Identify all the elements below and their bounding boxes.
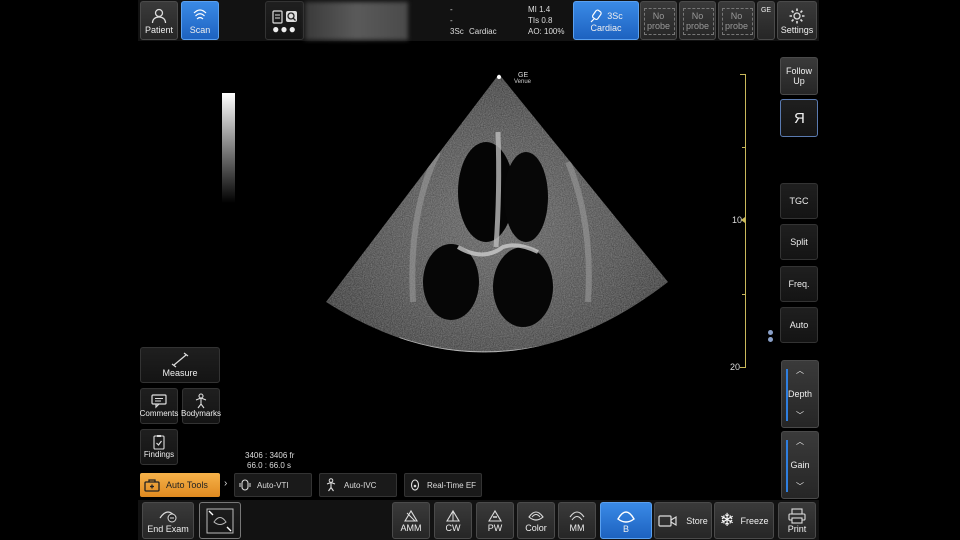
print-button[interactable]: Print (778, 502, 816, 539)
amm-button[interactable]: AMM (392, 502, 430, 539)
ge-small-button[interactable]: GE (757, 1, 775, 40)
frame-counter: 3406 : 3406 fr (245, 451, 295, 460)
tis-readout: TIs 0.8 (528, 16, 553, 25)
store-button[interactable]: Store (654, 502, 712, 539)
probe-name-readout: 3Sc (450, 27, 464, 36)
person-icon (150, 7, 168, 25)
auto-button[interactable]: Auto (780, 307, 818, 343)
auto-ivc-button[interactable]: Auto-IVC (319, 473, 397, 497)
printer-icon (788, 507, 806, 524)
venue-logo-text: Venue (514, 79, 532, 85)
end-exam-button[interactable]: End Exam (142, 502, 194, 539)
no-probe-slot-3[interactable]: No probe (718, 1, 755, 40)
ge-logo-text: GE (518, 72, 529, 79)
info-line-2: - (450, 16, 453, 25)
bodymark-icon (192, 393, 210, 409)
no-probe-slot-2[interactable]: No probe (679, 1, 716, 40)
split-button[interactable]: Split (780, 224, 818, 260)
auto-ivc-icon (324, 478, 338, 492)
focus-marker (741, 217, 745, 223)
follow-up-button[interactable]: Follow Up (780, 57, 818, 95)
scroll-dot-1[interactable] (768, 330, 773, 335)
chevron-down-icon[interactable]: ﹀ (796, 410, 804, 421)
color-mode-icon (527, 509, 545, 523)
patient-button[interactable]: Patient (140, 1, 178, 40)
mm-button[interactable]: MM (558, 502, 596, 539)
cw-button[interactable]: CW (434, 502, 472, 539)
depth-control[interactable]: ︿ Depth ﹀ (781, 360, 819, 428)
depth-mark-20: 20 (730, 362, 741, 372)
b-mode-button[interactable]: B (600, 502, 652, 539)
time-counter: 66.0 : 66.0 s (247, 461, 292, 470)
probe-icon (589, 9, 603, 23)
reverse-orientation-icon: R (793, 109, 805, 127)
video-camera-icon (658, 514, 678, 528)
probe-preset-button[interactable]: 3Sc Cardiac (573, 1, 639, 40)
expand-icon (205, 507, 235, 535)
real-time-ef-icon (409, 478, 421, 492)
grayscale-bar (222, 93, 235, 203)
checklist-icon (150, 434, 168, 450)
findings-button[interactable]: Findings (140, 429, 178, 465)
bodymarks-button[interactable]: Bodymarks (181, 388, 221, 424)
b-mode-icon (615, 508, 637, 524)
probe-scan-icon (191, 7, 209, 25)
chevron-up-icon[interactable]: ︿ (796, 365, 804, 376)
depth-scale-line (745, 74, 746, 368)
no-probe-slot-1[interactable]: No probe (640, 1, 677, 40)
gear-icon (788, 7, 806, 25)
auto-tools-button[interactable]: Auto Tools (140, 473, 220, 497)
auto-vti-button[interactable]: Auto-VTI (234, 473, 312, 497)
info-line-1: - (450, 5, 453, 14)
tgc-button[interactable]: TGC (780, 183, 818, 219)
mi-readout: MI 1.4 (528, 5, 551, 14)
measure-button[interactable]: Measure (140, 347, 220, 383)
clipboard-search-button[interactable]: ●●● (265, 1, 304, 40)
m-mode-icon (568, 509, 586, 523)
ao-readout: AO: 100% (528, 27, 565, 36)
orientation-button[interactable]: R (780, 99, 818, 137)
comment-icon (150, 393, 168, 409)
chevron-right-icon[interactable]: › (224, 478, 227, 489)
scroll-dot-2[interactable] (768, 337, 773, 342)
blurred-patient-info (305, 2, 408, 40)
color-button[interactable]: Color (517, 502, 555, 539)
end-exam-icon (158, 508, 178, 524)
ultrasound-image[interactable] (318, 72, 680, 372)
amm-mode-icon (402, 509, 420, 523)
chevron-down-icon[interactable]: ﹀ (796, 481, 804, 492)
more-dots-icon: ●●● (272, 21, 297, 36)
fullscreen-toggle-button[interactable] (199, 502, 241, 539)
preset-readout: Cardiac (469, 27, 497, 36)
gain-control[interactable]: ︿ Gain ﹀ (781, 431, 819, 499)
frequency-button[interactable]: Freq. (780, 266, 818, 302)
real-time-ef-button[interactable]: Real-Time EF (404, 473, 482, 497)
pw-mode-icon (486, 509, 504, 523)
pw-button[interactable]: PW (476, 502, 514, 539)
cw-mode-icon (444, 509, 462, 523)
measure-icon (171, 352, 189, 368)
freeze-button[interactable]: ❄ Freeze (714, 502, 774, 539)
settings-button[interactable]: Settings (777, 1, 817, 40)
scan-button[interactable]: Scan (181, 1, 219, 40)
snowflake-icon: ❄ (719, 510, 735, 530)
comments-button[interactable]: Comments (140, 388, 178, 424)
auto-vti-icon (239, 478, 251, 492)
toolbox-icon (144, 478, 160, 492)
chevron-up-icon[interactable]: ︿ (796, 436, 804, 447)
